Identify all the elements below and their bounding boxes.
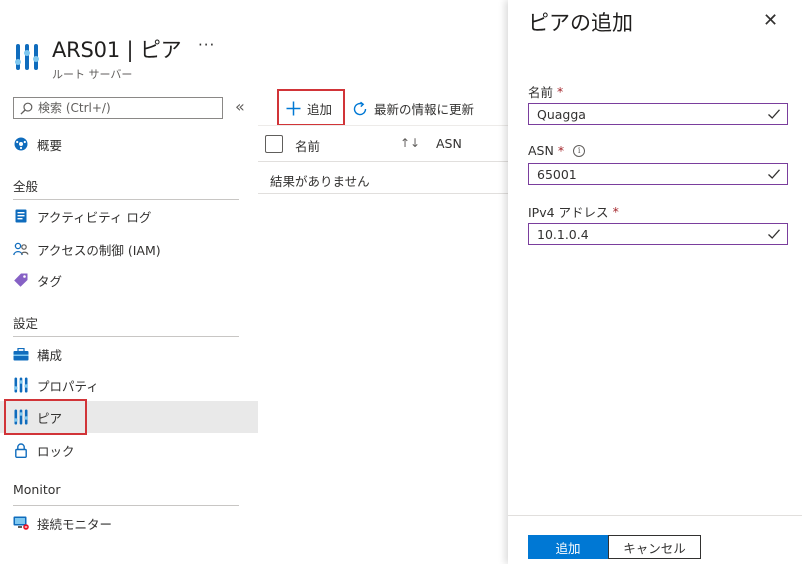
sidebar-item-properties[interactable]: プロパティ <box>0 369 258 401</box>
connection-monitor-icon <box>13 515 29 531</box>
empty-message: 結果がありません <box>270 174 370 189</box>
checkmark-icon <box>768 109 780 119</box>
sidebar-item-iam[interactable]: アクセスの制御 (IAM) <box>0 233 258 265</box>
search-input[interactable] <box>38 101 218 115</box>
grid-row-divider <box>258 193 508 194</box>
portal-page: ARS01 | ピア ··· ルート サーバー « 概要 全般 アクティビティ … <box>0 0 802 564</box>
panel-footer-divider <box>508 515 802 516</box>
ipv4-input[interactable] <box>537 226 757 242</box>
lock-icon <box>13 442 29 458</box>
name-field[interactable] <box>528 103 788 125</box>
checkmark-icon <box>768 169 780 179</box>
ipv4-label: IPv4 アドレス * <box>528 202 619 221</box>
required-mark: * <box>612 204 619 219</box>
sidebar-item-label: 構成 <box>37 347 63 363</box>
required-mark: * <box>557 84 564 99</box>
sidebar-item-tags[interactable]: タグ <box>0 264 258 296</box>
people-icon <box>13 241 29 257</box>
refresh-icon <box>352 101 368 117</box>
field-label: 名前 <box>528 85 554 100</box>
sidebar-item-label: プロパティ <box>37 378 99 394</box>
sidebar-item-label: アクティビティ ログ <box>37 209 152 225</box>
activity-log-icon <box>13 208 29 224</box>
field-label: IPv4 アドレス <box>528 205 609 220</box>
info-icon[interactable]: i <box>573 144 586 157</box>
field-label: ASN <box>528 143 554 158</box>
column-header-asn[interactable]: ASN <box>436 136 462 151</box>
sidebar-item-connection-monitor[interactable]: 接続モニター <box>0 507 258 539</box>
column-header-name[interactable]: 名前 <box>295 136 320 155</box>
grid-header-divider <box>258 161 508 162</box>
sidebar-item-locks[interactable]: ロック <box>0 434 258 466</box>
checkmark-icon <box>768 229 780 239</box>
toolbar-divider <box>258 125 508 126</box>
page-title: ARS01 | ピア <box>52 38 182 62</box>
cancel-button[interactable]: キャンセル <box>608 535 701 559</box>
refresh-button[interactable]: 最新の情報に更新 <box>352 99 474 118</box>
section-header-settings: 設定 <box>13 316 39 331</box>
route-server-icon <box>15 42 39 72</box>
panel-title: ピアの追加 <box>528 11 633 35</box>
collapse-menu-icon[interactable]: « <box>235 97 245 116</box>
close-icon[interactable]: ✕ <box>763 10 778 31</box>
sidebar-item-activity-log[interactable]: アクティビティ ログ <box>0 200 258 232</box>
refresh-button-label: 最新の情報に更新 <box>374 102 475 117</box>
section-divider <box>13 336 239 337</box>
sort-icon[interactable]: ↑↓ <box>400 136 420 150</box>
submit-add-button[interactable]: 追加 <box>528 535 608 559</box>
sidebar-item-configuration[interactable]: 構成 <box>0 338 258 370</box>
section-divider <box>13 505 239 506</box>
ipv4-field[interactable] <box>528 223 788 245</box>
search-box[interactable] <box>13 97 223 119</box>
name-label: 名前 * <box>528 82 563 101</box>
add-peer-panel: ピアの追加 ✕ 名前 * ASN * i IPv4 アドレス * 追加 <box>508 0 802 564</box>
overview-icon <box>13 136 29 152</box>
required-mark: * <box>557 143 565 158</box>
asn-label: ASN * i <box>528 143 586 158</box>
highlight-add-button <box>277 89 345 126</box>
resource-type-label: ルート サーバー <box>52 68 133 81</box>
asn-field[interactable] <box>528 163 788 185</box>
section-header-general: 全般 <box>13 179 39 194</box>
configuration-icon <box>13 346 29 362</box>
name-input[interactable] <box>537 106 757 122</box>
highlight-peers-nav <box>4 399 87 435</box>
section-header-monitor: Monitor <box>13 482 61 497</box>
sidebar-item-label: 接続モニター <box>37 516 113 532</box>
select-all-checkbox[interactable] <box>265 135 283 153</box>
asn-input[interactable] <box>537 166 757 182</box>
sidebar-item-overview[interactable]: 概要 <box>0 128 258 160</box>
properties-icon <box>13 377 29 393</box>
tag-icon <box>13 272 29 288</box>
more-options-icon[interactable]: ··· <box>198 36 215 54</box>
search-icon <box>20 102 33 115</box>
sidebar-item-label: ロック <box>37 443 75 459</box>
sidebar-item-label: アクセスの制御 (IAM) <box>37 242 161 258</box>
sidebar-item-label: 概要 <box>37 137 63 153</box>
sidebar-item-label: タグ <box>37 273 63 289</box>
